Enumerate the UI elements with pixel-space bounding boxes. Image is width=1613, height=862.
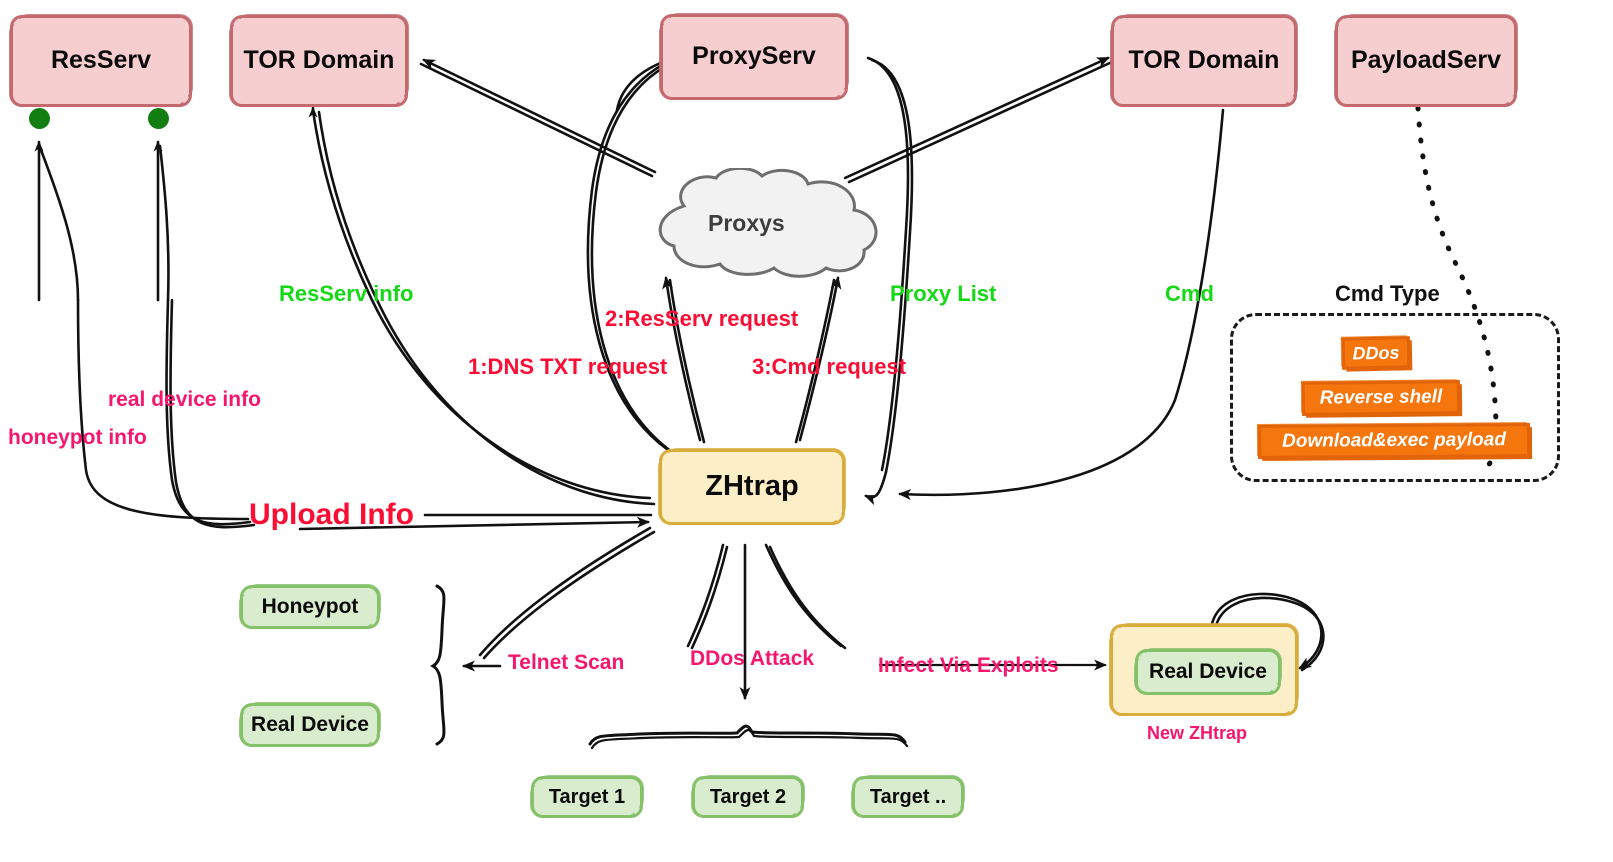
node-target-3[interactable]: Target .. bbox=[851, 775, 965, 818]
node-payloadserv[interactable]: PayloadServ bbox=[1334, 14, 1518, 107]
node-resserv-label: ResServ bbox=[50, 46, 152, 75]
cloud-label: Proxys bbox=[708, 210, 785, 236]
cmd-type-item-download-exec-payload-label: Download&exec payload bbox=[1282, 429, 1506, 452]
node-target-2-label: Target 2 bbox=[709, 786, 787, 808]
cmd-type-item-download-exec-payload[interactable]: Download&exec payload bbox=[1257, 423, 1531, 459]
node-target-1[interactable]: Target 1 bbox=[530, 775, 644, 818]
node-tor-domain-left-label: TOR Domain bbox=[243, 46, 395, 75]
node-target-1-label: Target 1 bbox=[548, 786, 626, 808]
node-new-zhtrap-inner-device[interactable]: Real Device bbox=[1134, 648, 1282, 695]
cmd-type-item-ddos-label: DDos bbox=[1352, 342, 1400, 363]
node-target-3-label: Target .. bbox=[869, 786, 947, 808]
edge-label-proxy-list: Proxy List bbox=[890, 281, 997, 306]
diagram-canvas: Proxys ResServ TOR Domain ProxyServ TOR … bbox=[0, 0, 1613, 862]
edge-label-dns-txt-request: 1:DNS TXT request bbox=[468, 354, 668, 379]
node-zhtrap-label: ZHtrap bbox=[705, 470, 799, 503]
node-tor-domain-left[interactable]: TOR Domain bbox=[229, 14, 409, 107]
node-proxyserv[interactable]: ProxyServ bbox=[659, 13, 849, 100]
node-payloadserv-label: PayloadServ bbox=[1350, 46, 1502, 75]
honeypot-marker-dot bbox=[29, 108, 50, 129]
cmd-type-item-ddos[interactable]: DDos bbox=[1341, 336, 1411, 370]
edge-label-honeypot-info: honeypot info bbox=[8, 426, 147, 449]
node-tor-domain-right-label: TOR Domain bbox=[1128, 46, 1280, 75]
node-real-device-left[interactable]: Real Device bbox=[239, 702, 381, 747]
edge-label-infect-via-exploits: Infect Via Exploits bbox=[878, 654, 1059, 677]
node-proxyserv-label: ProxyServ bbox=[692, 42, 816, 71]
real-device-marker-dot bbox=[148, 108, 169, 129]
edge-label-cmd: Cmd bbox=[1165, 281, 1214, 306]
edge-label-resserv-request: 2:ResServ request bbox=[605, 306, 799, 331]
node-new-zhtrap[interactable]: Real Device bbox=[1109, 623, 1299, 716]
new-zhtrap-caption: New ZHtrap bbox=[1147, 723, 1248, 743]
edge-label-upload-info: Upload Info bbox=[249, 498, 414, 531]
cmd-type-heading: Cmd Type bbox=[1335, 281, 1440, 306]
node-target-2[interactable]: Target 2 bbox=[691, 775, 805, 818]
node-real-device-left-label: Real Device bbox=[251, 713, 369, 737]
node-resserv[interactable]: ResServ bbox=[9, 14, 193, 107]
edge-label-ddos-attack: DDos Attack bbox=[690, 647, 815, 670]
cmd-type-item-reverse-shell-label: Reverse shell bbox=[1319, 386, 1443, 409]
node-new-zhtrap-inner-device-label: Real Device bbox=[1149, 660, 1267, 684]
edge-label-telnet-scan: Telnet Scan bbox=[508, 651, 625, 674]
edge-label-real-device-info: real device info bbox=[108, 388, 261, 411]
cmd-type-item-reverse-shell[interactable]: Reverse shell bbox=[1301, 380, 1461, 416]
node-tor-domain-right[interactable]: TOR Domain bbox=[1110, 14, 1298, 107]
node-zhtrap[interactable]: ZHtrap bbox=[658, 448, 846, 525]
edge-label-resserv-info: ResServ info bbox=[279, 281, 414, 306]
node-honeypot[interactable]: Honeypot bbox=[239, 584, 381, 629]
node-honeypot-label: Honeypot bbox=[261, 595, 359, 619]
edge-label-cmd-request: 3:Cmd request bbox=[752, 354, 907, 379]
